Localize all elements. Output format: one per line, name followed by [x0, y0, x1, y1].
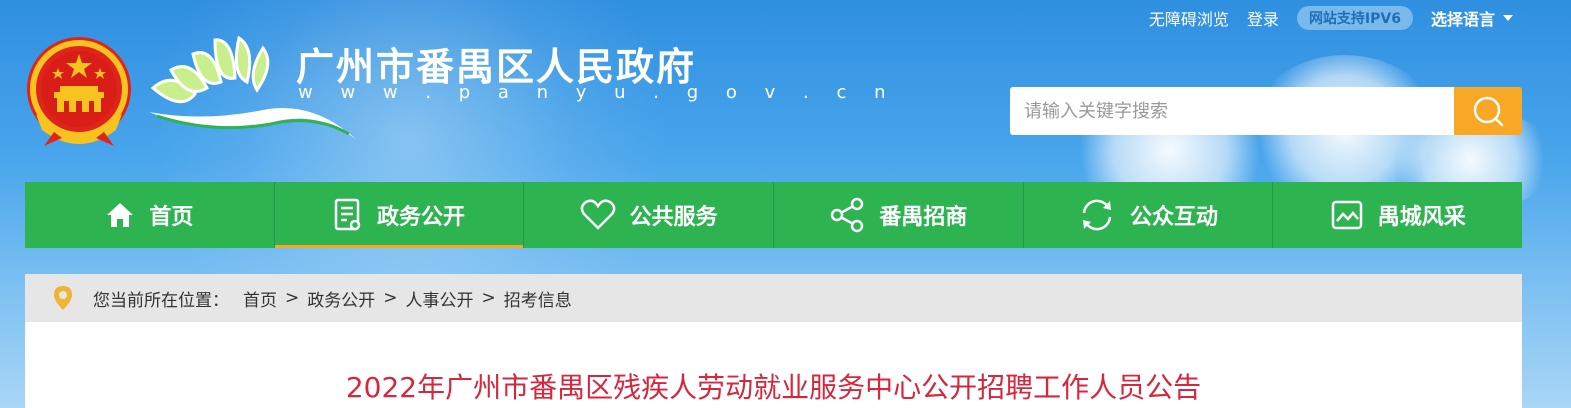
search-input[interactable] — [1010, 87, 1454, 135]
heart-icon — [580, 199, 615, 230]
breadcrumb-link-government-affairs[interactable]: 政务公开 — [307, 286, 375, 311]
nav-item-label: 政务公开 — [377, 205, 466, 230]
search-icon — [1473, 96, 1504, 127]
share-icon — [831, 197, 864, 233]
nav-item-interaction[interactable]: 公众互动 — [1024, 182, 1274, 248]
breadcrumb-link-personnel[interactable]: 人事公开 — [406, 286, 474, 311]
accessibility-link[interactable]: 无障碍浏览 — [1149, 6, 1229, 30]
search-bar — [1010, 87, 1522, 135]
site-url: w w w . p a n y u . g o v . c n — [298, 82, 897, 103]
language-label: 选择语言 — [1430, 10, 1495, 29]
nav-item-label: 公共服务 — [629, 205, 718, 230]
nav-item-label: 番禺招商 — [879, 205, 968, 230]
top-bar: 无障碍浏览 登录 网站支持IPV6 选择语言 — [1149, 6, 1513, 30]
national-emblem-icon — [27, 37, 131, 146]
nav-item-government-affairs[interactable]: 政务公开 — [274, 182, 525, 248]
breadcrumb-separator: > — [285, 288, 300, 308]
ipv6-badge: 网站支持IPV6 — [1296, 6, 1413, 30]
nav-item-public-service[interactable]: 公共服务 — [524, 182, 775, 248]
home-icon — [107, 203, 134, 227]
image-icon — [1331, 200, 1362, 230]
nav-item-investment[interactable]: 番禺招商 — [774, 182, 1024, 248]
search-button[interactable] — [1454, 87, 1522, 135]
login-link[interactable]: 登录 — [1247, 6, 1279, 30]
location-pin-icon — [54, 286, 72, 310]
nav-item-home[interactable]: 首页 — [25, 182, 275, 248]
nav-item-label: 禺城风采 — [1377, 205, 1466, 230]
article-title: 2022年广州市番禺区残疾人劳动就业服务中心公开招聘工作人员公告 — [345, 371, 1202, 404]
nav-item-label: 首页 — [149, 205, 194, 230]
nav-item-city-style[interactable]: 禺城风采 — [1273, 182, 1522, 248]
breadcrumb-separator: > — [383, 288, 398, 308]
breadcrumb: 您当前所在位置： 首页 > 政务公开 > 人事公开 > 招考信息 — [25, 274, 1522, 322]
language-select[interactable]: 选择语言 — [1431, 6, 1513, 30]
breadcrumb-link-recruitment[interactable]: 招考信息 — [504, 286, 572, 311]
article-container: 2022年广州市番禺区残疾人劳动就业服务中心公开招聘工作人员公告 — [25, 322, 1522, 408]
refresh-icon — [1082, 199, 1112, 231]
document-icon — [334, 198, 361, 231]
breadcrumb-link-home[interactable]: 首页 — [243, 286, 277, 311]
breadcrumb-prefix: 您当前所在位置： — [93, 290, 229, 311]
breadcrumb-separator: > — [481, 288, 496, 308]
nav-item-label: 公众互动 — [1130, 205, 1219, 230]
chevron-down-icon — [1503, 15, 1513, 21]
main-nav: 首页 政务公开 公共服务 番禺招商 公众互动 禺城风采 — [25, 182, 1522, 248]
